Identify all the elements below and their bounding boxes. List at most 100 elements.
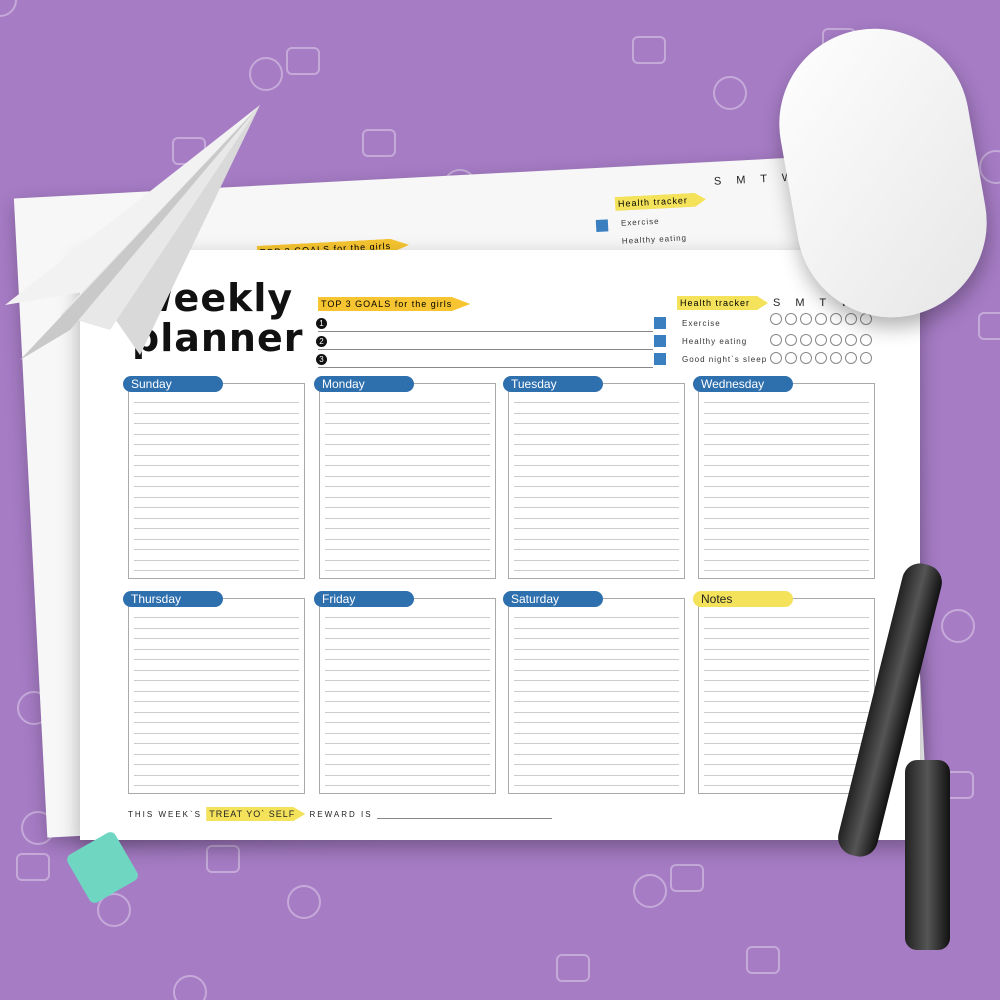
section-label: Saturday — [503, 591, 603, 607]
writing-line — [514, 617, 679, 618]
checkbox[interactable] — [654, 317, 666, 329]
writing-line — [325, 680, 490, 681]
section-wednesday[interactable]: Wednesday — [693, 376, 875, 579]
writing-line — [134, 659, 299, 660]
habit-circle[interactable] — [815, 334, 827, 346]
writing-line — [134, 454, 299, 456]
habit-circle[interactable] — [830, 313, 842, 325]
writing-line — [325, 507, 490, 508]
writing-line — [325, 722, 490, 723]
habit-circles[interactable] — [770, 313, 872, 325]
writing-line — [325, 711, 490, 713]
writing-line — [514, 680, 679, 681]
writing-line — [704, 412, 869, 414]
writing-line — [704, 659, 869, 660]
writing-line — [134, 402, 299, 403]
goal-line-3[interactable]: 3 — [316, 354, 653, 368]
habit-circles[interactable] — [770, 352, 872, 364]
writing-line — [325, 648, 490, 650]
habit-circle[interactable] — [785, 352, 797, 364]
tracker-label: Health tracker — [677, 296, 769, 310]
section-label: Friday — [314, 591, 414, 607]
writing-line — [514, 559, 679, 561]
habit-circle[interactable] — [845, 334, 857, 346]
writing-line — [514, 785, 679, 786]
reward-input-line[interactable] — [376, 818, 552, 819]
habit-circle[interactable] — [815, 352, 827, 364]
section-label: Wednesday — [693, 376, 793, 392]
writing-line — [325, 423, 490, 424]
section-saturday[interactable]: Saturday — [503, 591, 685, 794]
goals-label: TOP 3 GOALS for the girls — [318, 297, 471, 311]
section-label: Notes — [693, 591, 793, 607]
writing-line — [134, 549, 299, 550]
section-monday[interactable]: Monday — [314, 376, 496, 579]
writing-line — [325, 753, 490, 755]
habit-label: Good night`s sleep — [682, 355, 768, 364]
habit-circle[interactable] — [800, 352, 812, 364]
writing-line — [325, 638, 490, 639]
habit-circle[interactable] — [815, 313, 827, 325]
habit-circle[interactable] — [770, 334, 782, 346]
writing-line — [514, 402, 679, 403]
checkbox[interactable] — [654, 335, 666, 347]
habit-circle[interactable] — [845, 313, 857, 325]
section-thursday[interactable]: Thursday — [123, 591, 305, 794]
habit-circle[interactable] — [860, 334, 872, 346]
checkbox[interactable] — [654, 353, 666, 365]
habit-circle[interactable] — [770, 313, 782, 325]
writing-line — [704, 444, 869, 445]
habit-circle[interactable] — [785, 313, 797, 325]
habit-label: Healthy eating — [682, 337, 748, 346]
writing-line — [704, 402, 869, 403]
writing-line — [514, 454, 679, 456]
writing-line — [704, 454, 869, 456]
habit-circle[interactable] — [830, 334, 842, 346]
writing-line — [514, 517, 679, 519]
goal-line-2[interactable]: 2 — [316, 336, 653, 350]
writing-line — [325, 690, 490, 692]
writing-line — [325, 701, 490, 702]
writing-line — [325, 627, 490, 629]
section-sunday[interactable]: Sunday — [123, 376, 305, 579]
habit-circle[interactable] — [785, 334, 797, 346]
section-tuesday[interactable]: Tuesday — [503, 376, 685, 579]
writing-line — [134, 648, 299, 650]
writing-line — [514, 690, 679, 692]
writing-line — [325, 517, 490, 519]
writing-line — [704, 465, 869, 466]
back-habit: Exercise — [620, 216, 660, 228]
writing-line — [325, 465, 490, 466]
writing-line — [134, 743, 299, 744]
section-notes[interactable]: Notes — [693, 591, 875, 794]
habit-circles[interactable] — [770, 334, 872, 346]
section-label: Thursday — [123, 591, 223, 607]
writing-line — [514, 423, 679, 424]
doodle — [978, 312, 1000, 340]
writing-line — [514, 711, 679, 713]
habit-circle[interactable] — [830, 352, 842, 364]
writing-line — [514, 638, 679, 639]
writing-line — [704, 507, 869, 508]
writing-line — [134, 412, 299, 414]
writing-line — [704, 680, 869, 681]
writing-line — [514, 444, 679, 445]
habit-circle[interactable] — [800, 313, 812, 325]
writing-line — [704, 433, 869, 435]
section-friday[interactable]: Friday — [314, 591, 496, 794]
section-label: Tuesday — [503, 376, 603, 392]
goal-line-1[interactable]: 1 — [316, 318, 653, 332]
writing-line — [134, 753, 299, 755]
habit-circle[interactable] — [770, 352, 782, 364]
habit-circle[interactable] — [845, 352, 857, 364]
habit-circle[interactable] — [860, 352, 872, 364]
writing-line — [134, 486, 299, 487]
habit-circle[interactable] — [800, 334, 812, 346]
writing-line — [704, 559, 869, 561]
section-label: Monday — [314, 376, 414, 392]
goal-number: 3 — [316, 354, 327, 365]
writing-line — [704, 722, 869, 723]
writing-line — [704, 517, 869, 519]
writing-line — [325, 412, 490, 414]
writing-line — [325, 444, 490, 445]
